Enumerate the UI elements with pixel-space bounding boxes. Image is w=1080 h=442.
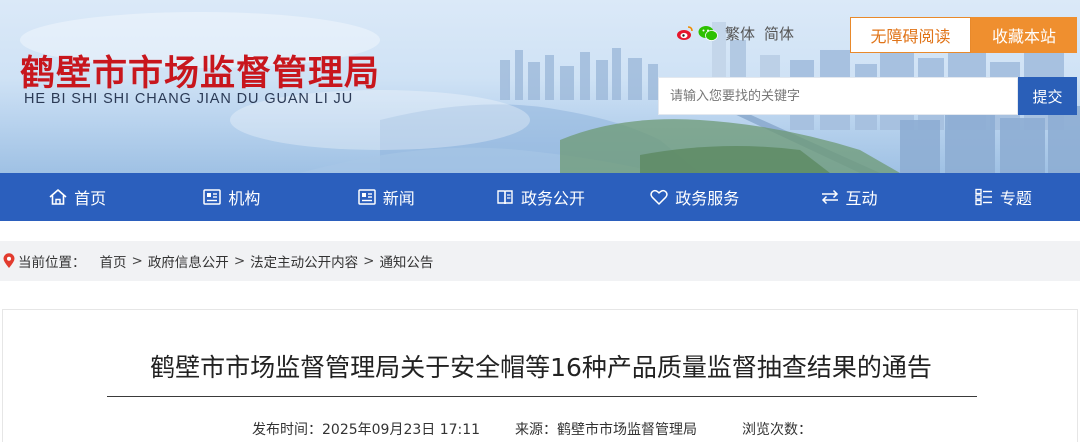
interact-icon	[821, 189, 838, 205]
nav-item-home[interactable]: 首页	[0, 173, 154, 221]
weibo-icon[interactable]	[676, 24, 694, 42]
breadcrumb-item-notices[interactable]: 通知公告	[379, 251, 433, 271]
breadcrumb-item-gov-info[interactable]: 政府信息公开	[148, 251, 229, 271]
wechat-icon[interactable]	[698, 24, 718, 42]
nav-item-gov-open[interactable]: 政务公开	[463, 173, 617, 221]
nav-label: 机构	[228, 189, 261, 208]
nav-label: 首页	[74, 189, 107, 208]
nav-label: 专题	[999, 189, 1032, 208]
heart-icon	[650, 189, 668, 205]
article-source: 来源：鹤壁市市场监督管理局	[515, 422, 697, 438]
nav-item-org[interactable]: 机构	[154, 173, 308, 221]
article-title: 鹤壁市市场监督管理局关于安全帽等16种产品质量监督抽查结果的通告	[150, 353, 932, 382]
gov-open-icon	[497, 190, 513, 205]
breadcrumb-item-mandatory-disclosure[interactable]: 法定主动公开内容	[250, 251, 358, 271]
publish-time: 发布时间：2025年09月23日 17:11	[252, 422, 481, 438]
nav-item-interact[interactable]: 互动	[771, 173, 925, 221]
breadcrumb-label: 当前位置：	[18, 255, 86, 271]
main-nav: 首页 机构 新闻 政务公开 政务服务 互动 专题	[0, 173, 1080, 221]
traditional-chinese-link[interactable]: 繁体	[725, 23, 755, 44]
nav-item-topic[interactable]: 专题	[926, 173, 1080, 221]
nav-label: 政务服务	[675, 189, 740, 208]
home-icon	[49, 189, 67, 205]
nav-item-news[interactable]: 新闻	[309, 173, 463, 221]
header-banner: 鹤壁市市场监督管理局 HE BI SHI SHI CHANG JIAN DU G…	[0, 0, 1080, 173]
breadcrumb-separator: >	[131, 253, 143, 269]
view-count: 浏览次数：	[742, 422, 812, 438]
article-panel: 鹤壁市市场监督管理局关于安全帽等16种产品质量监督抽查结果的通告 发布时间：20…	[2, 309, 1078, 442]
org-icon	[203, 189, 222, 205]
nav-label: 互动	[845, 189, 878, 208]
nav-label: 政务公开	[520, 189, 585, 208]
breadcrumb-item-home[interactable]: 首页	[100, 251, 127, 271]
search-submit-button[interactable]: 提交	[1018, 77, 1077, 115]
title-divider	[107, 396, 977, 397]
news-icon	[357, 189, 376, 205]
breadcrumb-separator: >	[233, 253, 246, 269]
nav-item-gov-service[interactable]: 政务服务	[617, 173, 771, 221]
bookmark-site-button[interactable]: 收藏本站	[971, 17, 1077, 53]
accessibility-button[interactable]: 无障碍阅读	[850, 17, 971, 53]
topic-icon	[975, 188, 992, 206]
nav-label: 新闻	[382, 189, 415, 208]
search-input[interactable]	[658, 77, 1018, 115]
simplified-chinese-link[interactable]: 简体	[764, 23, 794, 44]
breadcrumb-separator: >	[363, 253, 375, 269]
site-pinyin: HE BI SHI SHI CHANG JIAN DU GUAN LI JU	[24, 91, 354, 107]
social-links	[676, 24, 718, 42]
breadcrumb: 当前位置： 首页 > 政府信息公开 > 法定主动公开内容 > 通知公告	[0, 241, 1080, 281]
location-pin-icon	[3, 253, 15, 268]
site-title: 鹤壁市市场监督管理局	[20, 54, 381, 94]
